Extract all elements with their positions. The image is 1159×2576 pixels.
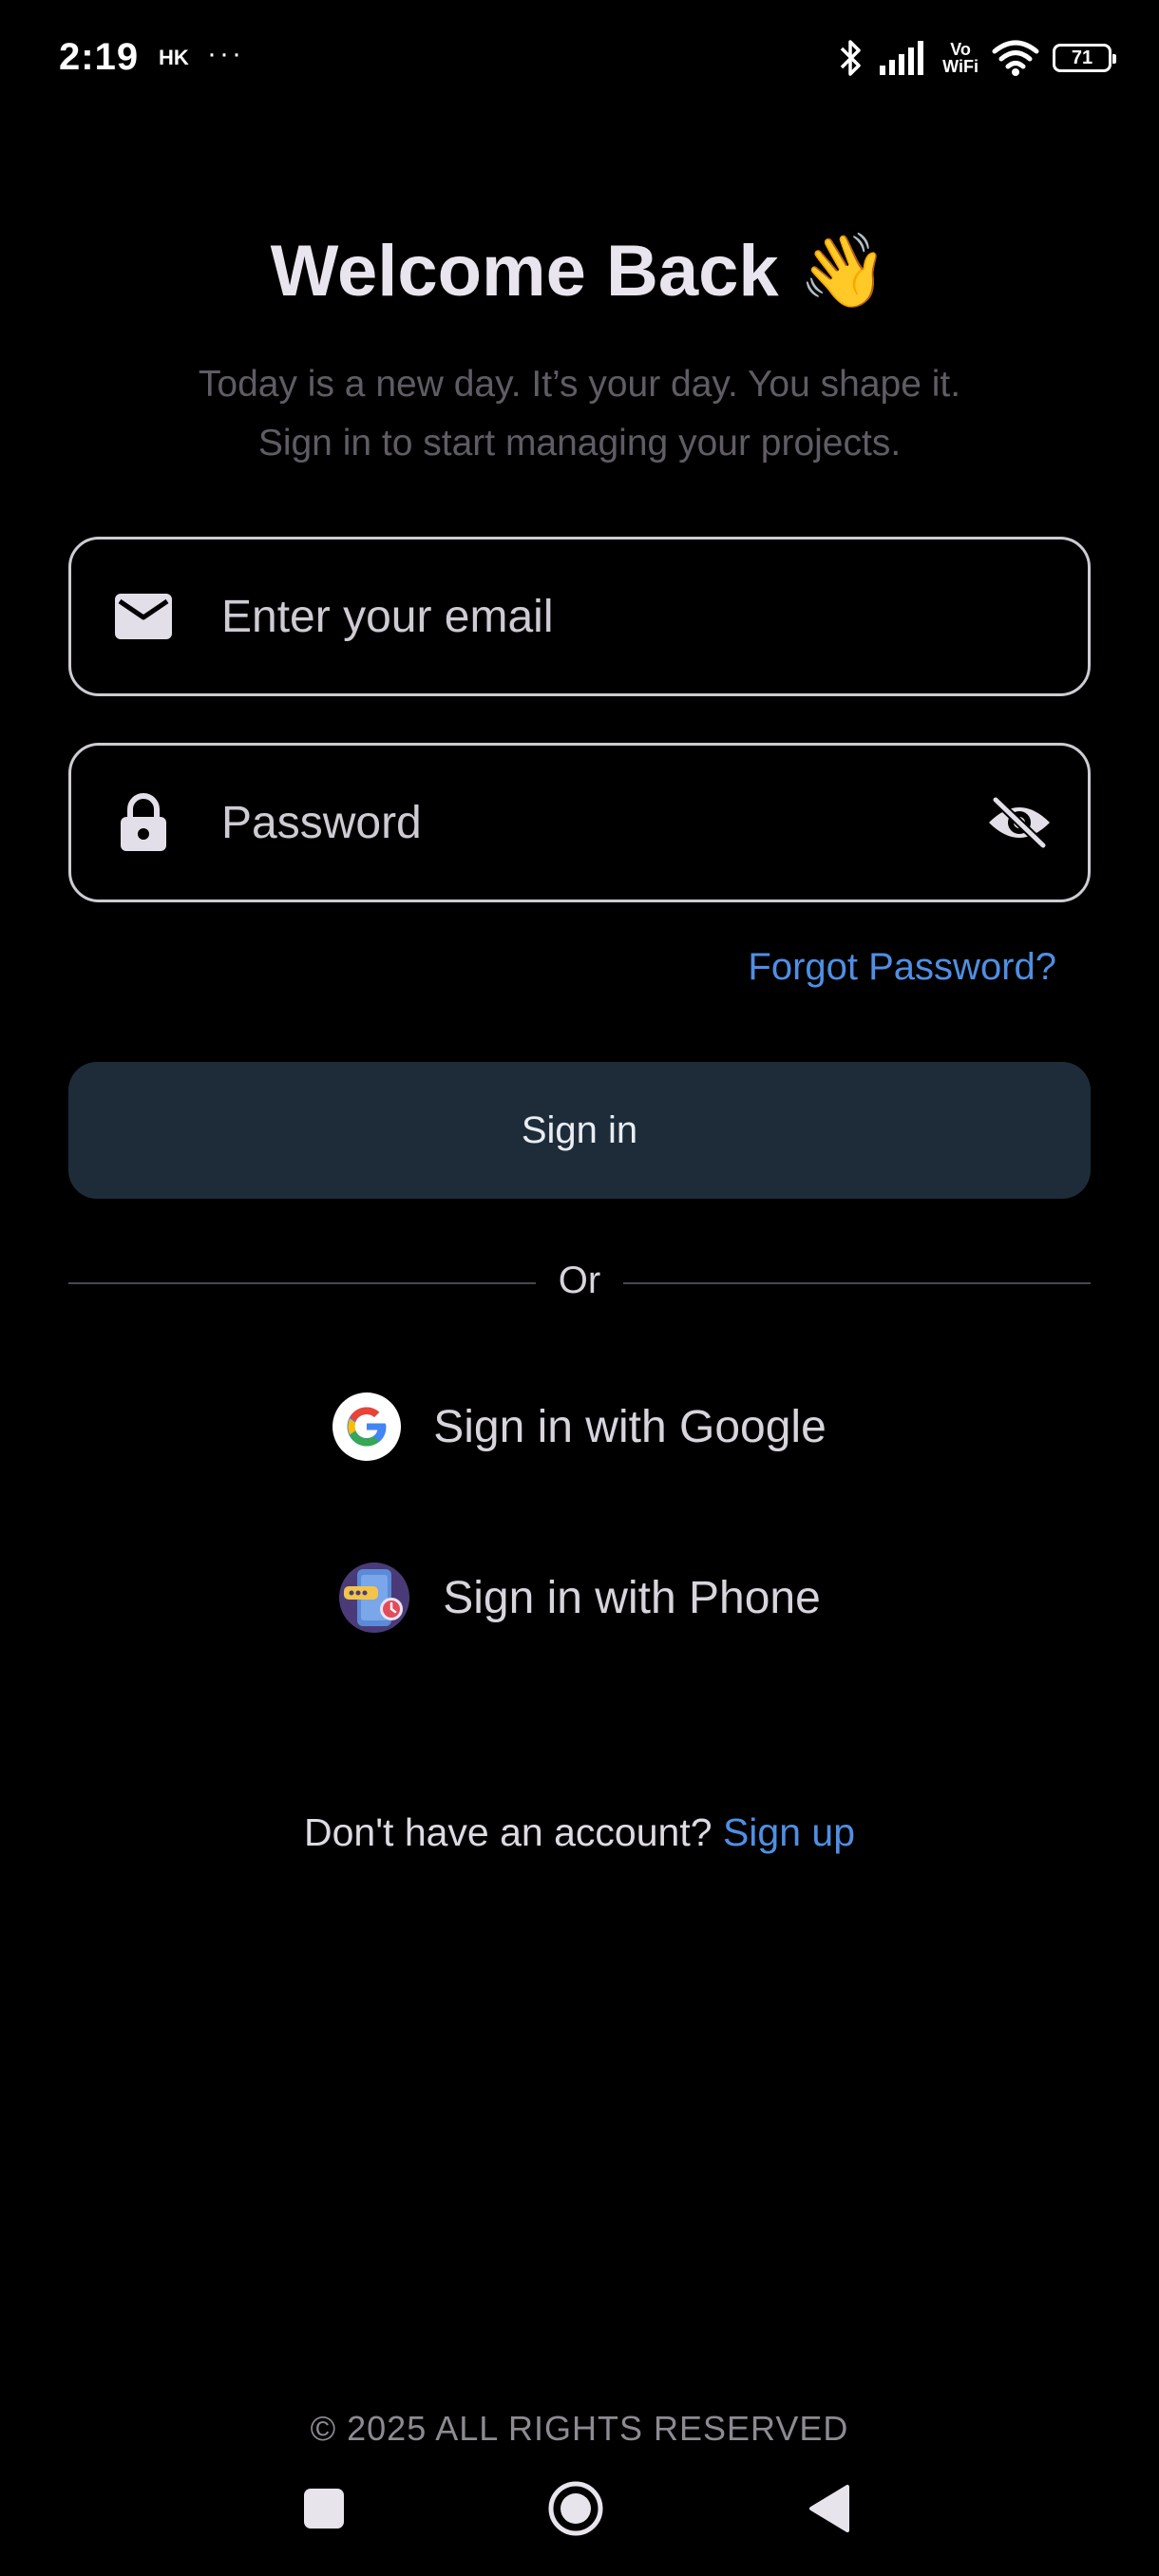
wifi-icon: [992, 40, 1039, 76]
toggle-visibility-button[interactable]: [981, 785, 1057, 861]
vowifi-icon: Vo WiFi: [942, 40, 978, 76]
forgot-password-link[interactable]: Forgot Password?: [748, 946, 1056, 989]
page-title: Welcome Back 👋: [270, 231, 889, 312]
subtitle-line-1: Today is a new day. It’s your day. You s…: [198, 364, 961, 405]
email-field[interactable]: [68, 537, 1091, 696]
status-time: 2:19: [59, 36, 140, 78]
status-icons: Vo WiFi 71: [838, 32, 1116, 84]
sign-up-link[interactable]: Sign up: [723, 1810, 855, 1854]
password-input[interactable]: [219, 795, 981, 850]
eye-off-icon: [989, 796, 1050, 849]
email-input[interactable]: [219, 589, 1088, 644]
copyright-footer: © 2025 ALL RIGHTS RESERVED: [310, 2409, 849, 2447]
signal-icon: [880, 41, 924, 75]
status-carrier: HK: [159, 46, 189, 69]
page-subtitle: Today is a new day. It’s your day. You s…: [0, 355, 1159, 473]
google-icon: [332, 1392, 402, 1461]
subtitle-line-2: Sign in to start managing your projects.: [257, 423, 902, 464]
back-button[interactable]: [806, 2483, 851, 2534]
status-more-dots: ···: [207, 38, 244, 69]
google-sign-in-button[interactable]: Sign in with Google: [0, 1391, 1159, 1463]
home-circle-icon: [548, 2481, 603, 2536]
signup-prompt: Don't have an account?: [304, 1810, 712, 1854]
google-sign-in-label: Sign in with Google: [433, 1401, 826, 1452]
signup-row: Don't have an account? Sign up: [0, 1810, 1159, 1855]
recents-button[interactable]: [304, 2489, 344, 2529]
lock-icon: [109, 788, 178, 857]
home-button[interactable]: [547, 2480, 604, 2537]
divider-label: Or: [558, 1260, 601, 1301]
password-field[interactable]: [68, 743, 1091, 902]
phone-icon: [339, 1563, 410, 1633]
phone-sign-in-label: Sign in with Phone: [443, 1572, 821, 1623]
divider-line-left: [68, 1282, 536, 1284]
back-triangle-icon: [809, 2485, 849, 2532]
battery-icon: 71: [1053, 44, 1116, 72]
divider-line-right: [623, 1282, 1091, 1284]
sign-in-button[interactable]: Sign in: [68, 1062, 1091, 1199]
bluetooth-icon: [840, 40, 861, 76]
email-icon: [109, 582, 178, 651]
phone-sign-in-button[interactable]: Sign in with Phone: [0, 1562, 1159, 1634]
